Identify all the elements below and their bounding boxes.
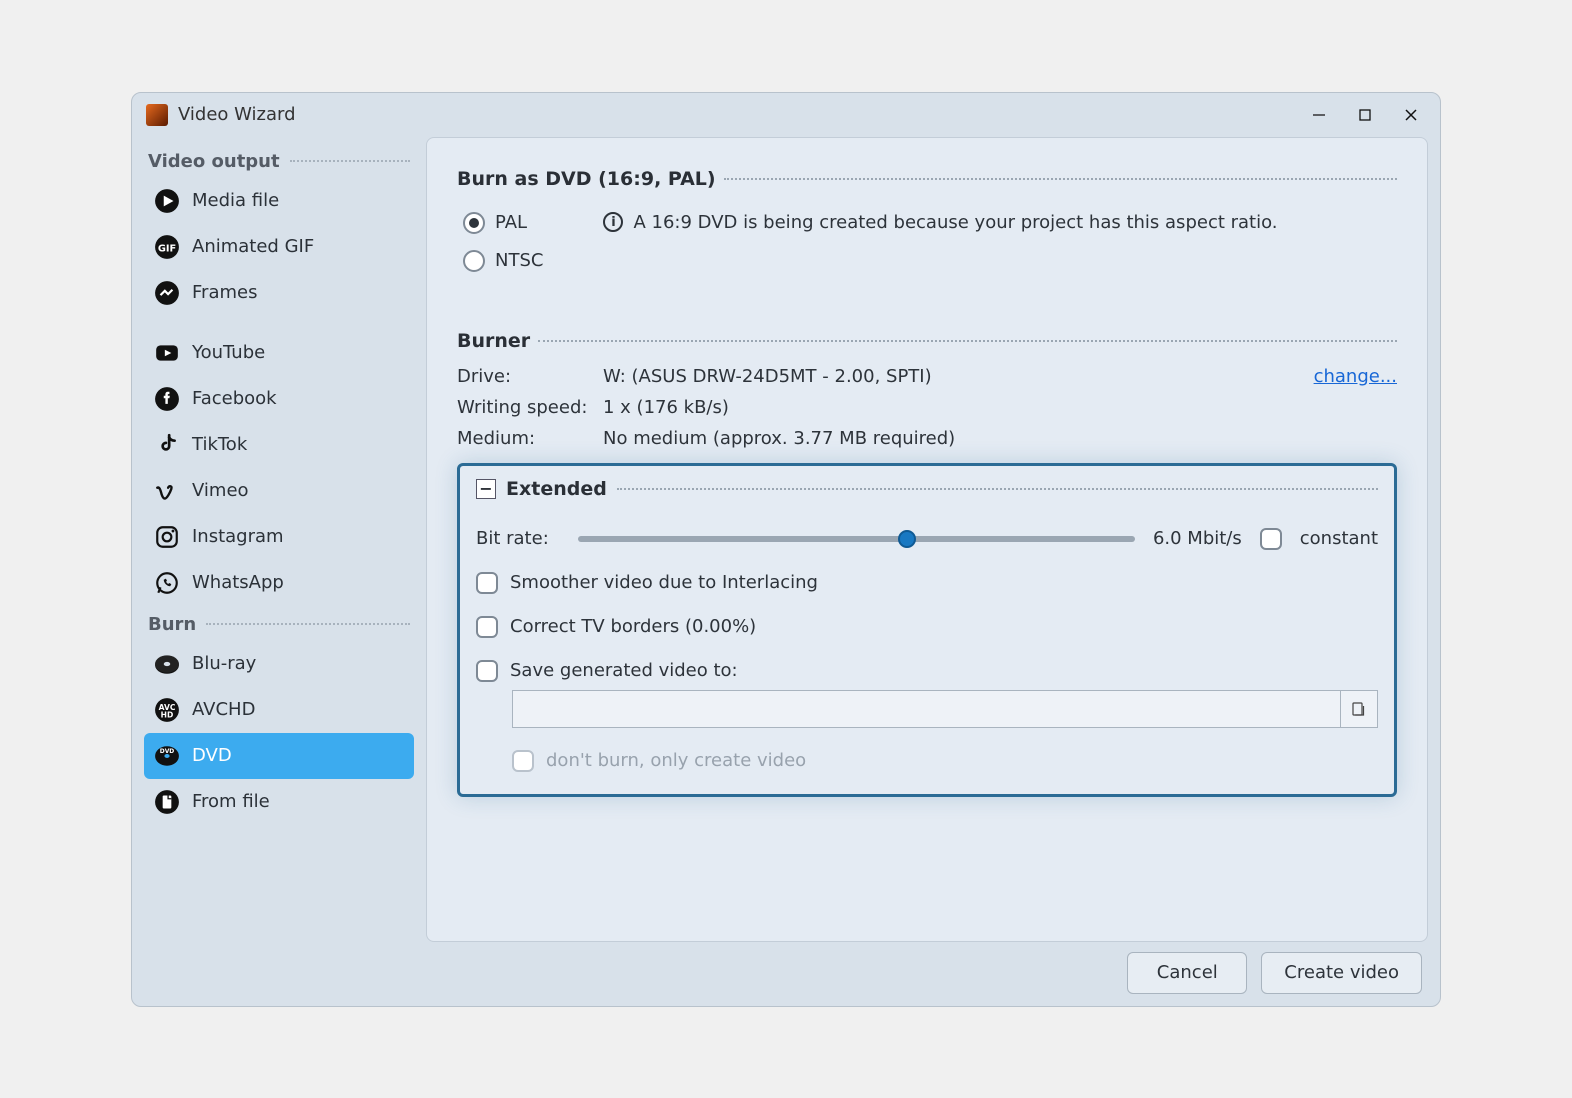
sidebar-item-bluray[interactable]: Blu-ray [144,641,414,687]
sidebar-item-label: DVD [192,745,232,766]
svg-text:DVD: DVD [160,747,175,754]
checkbox-icon [476,660,498,682]
section-burn-as: Burn as DVD (16:9, PAL) [457,168,1397,190]
info-icon: i [603,212,623,232]
sidebar-item-label: Instagram [192,526,284,547]
checkbox-icon [476,616,498,638]
close-button[interactable] [1388,99,1434,131]
sidebar-item-label: Media file [192,190,279,211]
app-icon [146,104,168,126]
svg-text:HD: HD [161,710,174,719]
titlebar: Video Wizard [132,93,1440,137]
youtube-icon [154,340,180,366]
sidebar-item-facebook[interactable]: Facebook [144,376,414,422]
create-video-button[interactable]: Create video [1261,952,1422,994]
sidebar-item-label: TikTok [192,434,247,455]
sidebar-item-media-file[interactable]: Media file [144,178,414,224]
radio-ntsc[interactable]: NTSC [463,250,543,272]
checkbox-icon [476,572,498,594]
radio-pal[interactable]: PAL [463,212,543,234]
browse-button[interactable] [1340,690,1378,728]
window-title: Video Wizard [178,104,296,125]
sidebar-item-label: Frames [192,282,257,303]
no-burn-option: don't burn, only create video [512,750,1378,772]
instagram-icon [154,524,180,550]
footer: Cancel Create video [426,942,1428,994]
sidebar-item-label: Blu-ray [192,653,256,674]
interlacing-option[interactable]: Smoother video due to Interlacing [476,572,1378,594]
extended-panel: − Extended Bit rate: 6.0 Mbit/s constant… [457,463,1397,797]
aspect-info: i A 16:9 DVD is being created because yo… [603,212,1277,233]
radio-icon [463,212,485,234]
minimize-button[interactable] [1296,99,1342,131]
sidebar-item-tiktok[interactable]: TikTok [144,422,414,468]
change-drive-link[interactable]: change... [1314,366,1397,387]
bitrate-label: Bit rate: [476,528,560,549]
dvd-icon: DVD [154,743,180,769]
sidebar-group-output: Video output [144,143,414,178]
main-panel: Burn as DVD (16:9, PAL) PAL NTSC i A 16:… [426,137,1428,942]
radio-icon [463,250,485,272]
maximize-button[interactable] [1342,99,1388,131]
speed-label: Writing speed: [457,397,597,418]
extended-heading: Extended [506,478,607,500]
svg-text:GIF: GIF [158,243,176,254]
save-path-input[interactable] [512,690,1340,728]
bitrate-slider[interactable] [578,536,1135,542]
medium-label: Medium: [457,428,597,449]
bluray-icon [154,651,180,677]
sidebar-item-label: Animated GIF [192,236,314,257]
bitrate-value: 6.0 Mbit/s [1153,528,1242,549]
gif-icon: GIF [154,234,180,260]
avchd-icon: AVCHD [154,697,180,723]
vimeo-icon [154,478,180,504]
sidebar-item-label: From file [192,791,270,812]
play-icon [154,188,180,214]
sidebar-item-dvd[interactable]: DVD DVD [144,733,414,779]
sidebar-item-label: YouTube [192,342,265,363]
drive-label: Drive: [457,366,597,387]
sidebar-item-frames[interactable]: Frames [144,270,414,316]
tv-borders-option[interactable]: Correct TV borders (0.00%) [476,616,1378,638]
drive-value: W: (ASUS DRW-24D5MT - 2.00, SPTI) [603,366,1308,387]
sidebar-group-burn: Burn [144,606,414,641]
sidebar-item-instagram[interactable]: Instagram [144,514,414,560]
save-to-option[interactable]: Save generated video to: [476,660,1378,682]
sidebar-item-label: Vimeo [192,480,249,501]
cancel-button[interactable]: Cancel [1127,952,1247,994]
medium-value: No medium (approx. 3.77 MB required) [603,428,1308,449]
sidebar-item-avchd[interactable]: AVCHD AVCHD [144,687,414,733]
from-file-icon [154,789,180,815]
slider-thumb-icon[interactable] [898,530,916,548]
tiktok-icon [154,432,180,458]
collapse-icon[interactable]: − [476,479,496,499]
sidebar-item-label: Facebook [192,388,277,409]
speed-value: 1 x (176 kB/s) [603,397,1308,418]
sidebar-item-label: AVCHD [192,699,255,720]
constant-label: constant [1300,528,1378,549]
sidebar-item-whatsapp[interactable]: WhatsApp [144,560,414,606]
folder-icon [1350,700,1368,718]
facebook-icon [154,386,180,412]
sidebar: Video output Media file GIF Animated GIF… [144,137,414,994]
section-burner: Burner [457,330,1397,352]
sidebar-item-from-file[interactable]: From file [144,779,414,825]
sidebar-item-label: WhatsApp [192,572,284,593]
sidebar-item-youtube[interactable]: YouTube [144,330,414,376]
constant-checkbox[interactable] [1260,528,1282,550]
sidebar-item-animated-gif[interactable]: GIF Animated GIF [144,224,414,270]
sidebar-item-vimeo[interactable]: Vimeo [144,468,414,514]
whatsapp-icon [154,570,180,596]
frames-icon [154,280,180,306]
checkbox-icon [512,750,534,772]
window: Video Wizard Video output Media file GIF… [131,92,1441,1007]
